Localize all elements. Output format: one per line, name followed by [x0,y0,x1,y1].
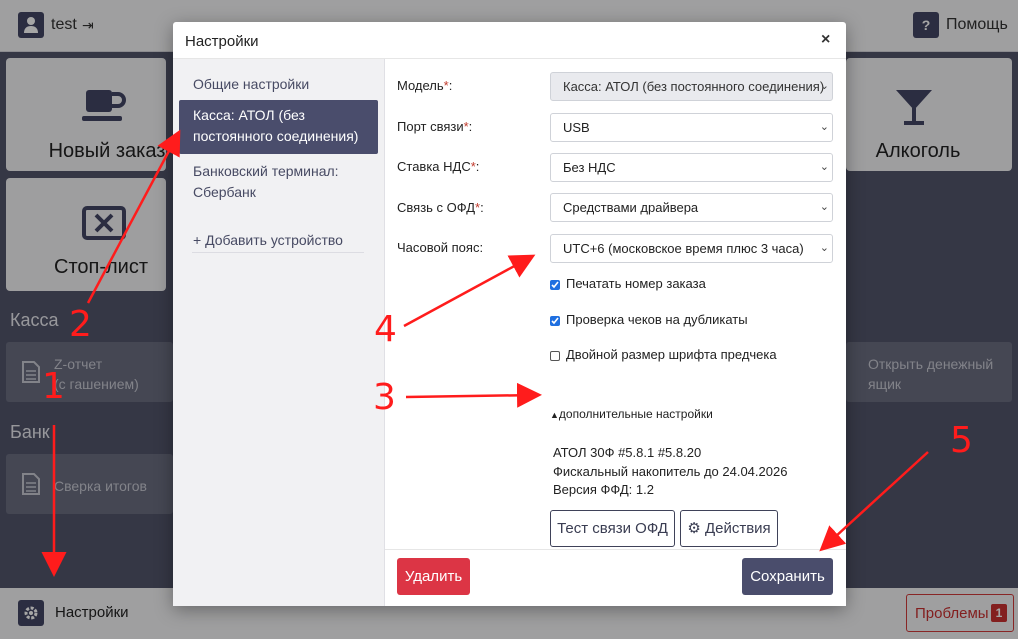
chevron-down-icon: ⌄ [819,80,829,92]
gear-icon: ⚙ [687,520,701,537]
port-label: Порт связи*: [397,119,473,134]
print-order-label[interactable]: Печатать номер заказа [566,276,706,291]
timezone-select[interactable]: UTC+6 (московское время плюс 3 часа) ⌄ [550,234,833,263]
device-info-ffd: Версия ФФД: 1.2 [553,482,654,497]
delete-button[interactable]: Удалить [397,558,470,595]
timezone-label: Часовой пояс: [397,240,484,255]
sidebar-item-kassa[interactable]: Касса: АТОЛ (без постоянного соединения) [179,100,378,154]
device-info-model: АТОЛ 30Ф #5.8.1 #5.8.20 [553,445,702,460]
device-form: Модель*: Касса: АТОЛ (без постоянного со… [385,59,846,549]
chevron-down-icon: ⌄ [819,201,829,213]
close-icon[interactable]: × [821,31,830,49]
annotation-5: 5 [950,420,973,461]
annotation-3: 3 [373,377,396,418]
actions-button[interactable]: ⚙ Действия [680,510,778,547]
model-label: Модель*: [397,78,453,93]
vat-label: Ставка НДС*: [397,159,480,174]
sidebar-item-general[interactable]: Общие настройки [179,74,378,95]
chevron-down-icon: ⌄ [819,121,829,133]
add-device-link[interactable]: + Добавить устройство [179,230,378,251]
modal-header: Настройки × [173,22,846,59]
chevron-down-icon: ⌄ [819,161,829,173]
check-duplicates-label[interactable]: Проверка чеков на дубликаты [566,312,748,327]
ofd-select[interactable]: Средствами драйвера ⌄ [550,193,833,222]
annotation-1: 1 [42,366,65,407]
sidebar-item-bank-terminal[interactable]: Банковский терминал: Сбербанк [179,161,378,203]
settings-modal: Настройки × Общие настройки Касса: АТОЛ … [173,22,846,606]
annotation-4: 4 [374,309,397,350]
sidebar-divider [192,252,364,253]
annotation-2: 2 [69,304,92,345]
modal-title: Настройки [185,33,259,50]
model-select[interactable]: Касса: АТОЛ (без постоянного соединения)… [550,72,833,101]
port-select[interactable]: USB ⌄ [550,113,833,142]
save-button[interactable]: Сохранить [742,558,833,595]
print-order-checkbox[interactable] [550,280,560,290]
device-info-fn: Фискальный накопитель до 24.04.2026 [553,464,788,479]
double-font-checkbox[interactable] [550,351,560,361]
advanced-settings-toggle[interactable]: ▲дополнительные настройки [550,407,713,421]
chevron-down-icon: ⌄ [819,242,829,254]
ofd-label: Связь с ОФД*: [397,200,484,215]
settings-sidebar: Общие настройки Касса: АТОЛ (без постоян… [173,59,385,606]
check-duplicates-checkbox[interactable] [550,316,560,326]
double-font-label[interactable]: Двойной размер шрифта предчека [566,347,777,362]
modal-footer: Удалить Сохранить [385,549,846,606]
test-ofd-button[interactable]: Тест связи ОФД [550,510,675,547]
caret-up-icon: ▲ [550,410,559,420]
vat-select[interactable]: Без НДС ⌄ [550,153,833,182]
